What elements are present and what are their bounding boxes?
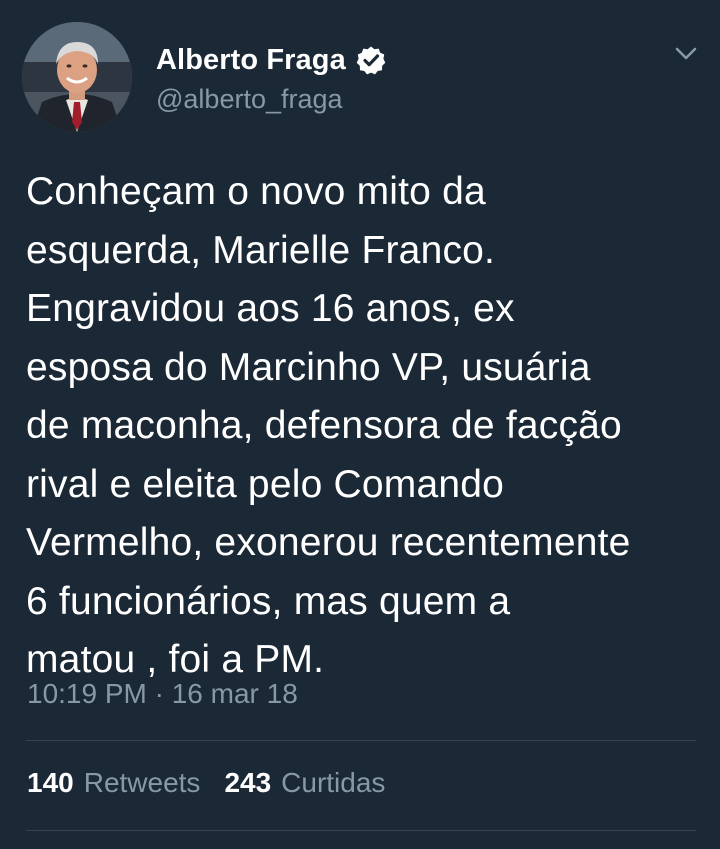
tweet-text: Conheçam o novo mito da esquerda, Mariel…: [26, 170, 631, 681]
tweet-stats: 140 Retweets 243 Curtidas: [27, 767, 399, 799]
retweets-stat[interactable]: 140 Retweets: [27, 767, 200, 799]
tweet-card: Alberto Fraga @alberto_fraga Conheçam o …: [0, 0, 720, 849]
likes-label: Curtidas: [281, 767, 386, 798]
likes-stat[interactable]: 243 Curtidas: [224, 767, 385, 799]
tweet-timestamp[interactable]: 10:19 PM · 16 mar 18: [27, 678, 298, 710]
verified-badge-icon: [356, 45, 386, 75]
divider: [26, 830, 696, 831]
chevron-down-icon[interactable]: [672, 42, 700, 66]
retweets-label: Retweets: [83, 767, 201, 798]
profile-photo-icon: [22, 22, 132, 132]
avatar[interactable]: [22, 22, 132, 132]
author-name-row[interactable]: Alberto Fraga: [156, 40, 386, 80]
author-display-name[interactable]: Alberto Fraga: [156, 44, 346, 77]
author-handle[interactable]: @alberto_fraga: [156, 84, 343, 115]
divider: [26, 740, 696, 741]
retweets-count: 140: [27, 767, 74, 798]
likes-count: 243: [224, 767, 272, 798]
